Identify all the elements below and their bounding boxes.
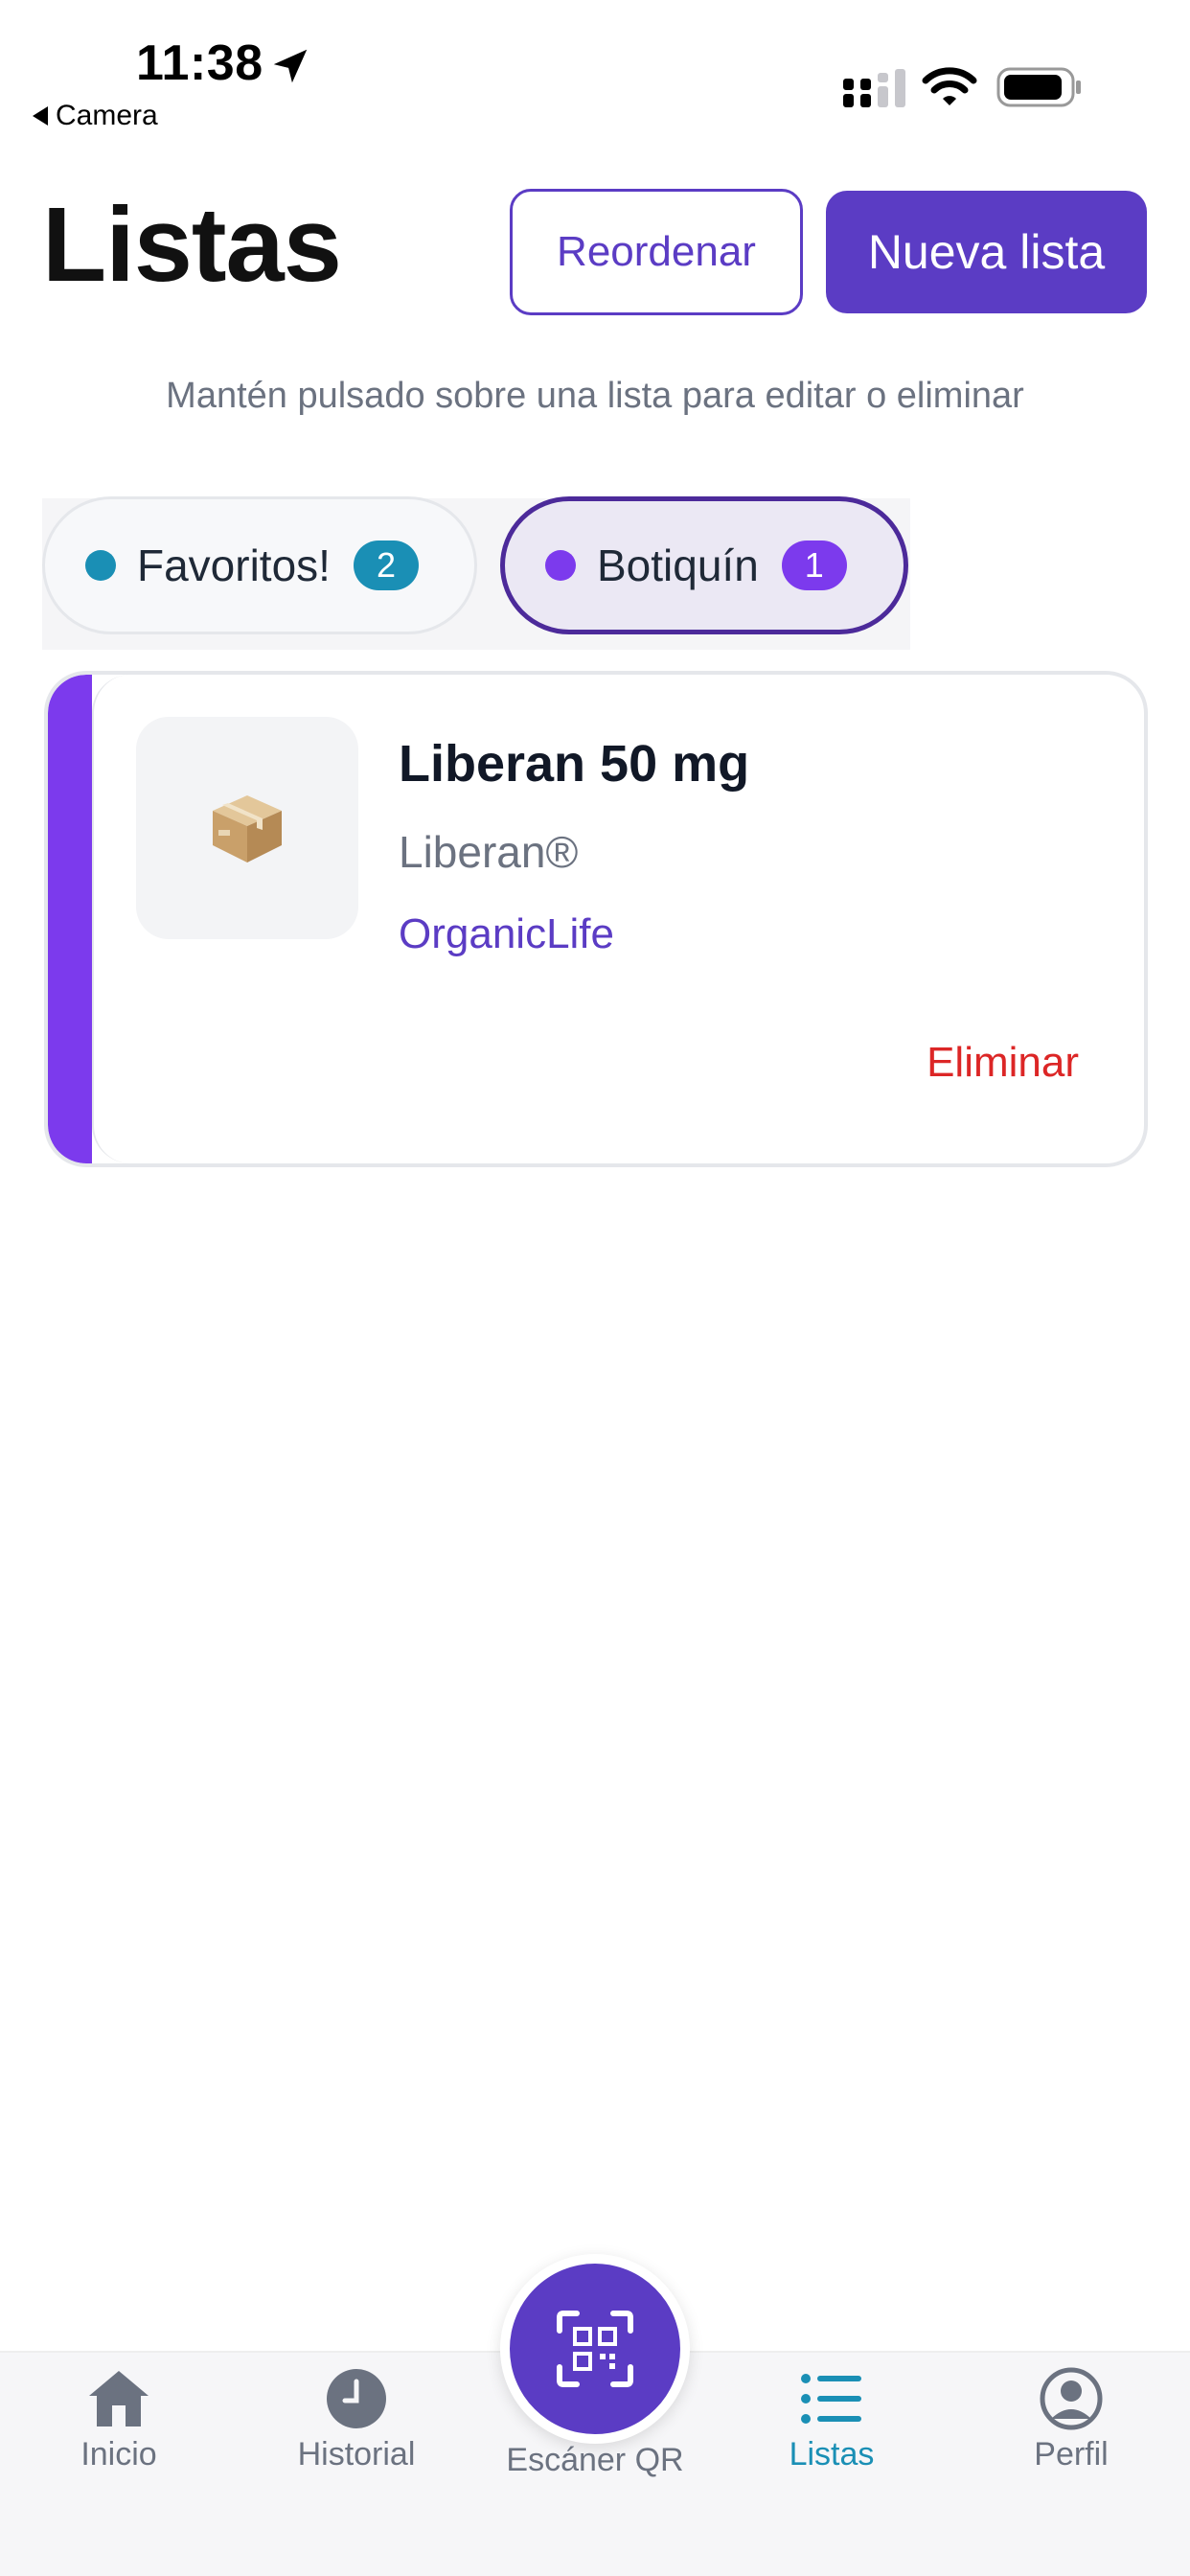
status-time: 11:38 — [136, 35, 263, 91]
list-count-badge: 1 — [781, 540, 847, 590]
clock-icon — [327, 2369, 386, 2428]
product-card[interactable]: Liberan 50 mg Liberan® OrganicLife Elimi… — [44, 671, 1148, 1167]
tab-label: Perfil — [1034, 2436, 1109, 2472]
status-bar: 11:38 Camera — [0, 0, 1190, 144]
tab-label-scanner: Escáner QR — [506, 2442, 684, 2478]
list-icon — [801, 2374, 861, 2424]
product-laboratory: OrganicLife — [399, 910, 615, 957]
tab-perfil[interactable]: Perfil — [975, 2367, 1167, 2473]
tab-label: Historial — [297, 2436, 416, 2472]
page-title: Listas — [42, 186, 342, 304]
card-divider — [92, 675, 134, 1163]
tab-historial[interactable]: Historial — [261, 2367, 452, 2473]
lists-screen: 11:38 Camera Listas Reordenar Nueva list… — [0, 0, 1190, 2576]
edit-hint: Mantén pulsado sobre una lista para edit… — [166, 376, 1024, 416]
new-list-button[interactable]: Nueva lista — [826, 191, 1147, 313]
list-color-dot — [85, 550, 116, 581]
back-triangle-icon — [33, 106, 48, 126]
battery-icon — [996, 67, 1081, 107]
qr-scanner-button[interactable] — [510, 2264, 680, 2434]
delete-item-button[interactable]: Eliminar — [927, 1039, 1079, 1087]
tab-label: Inicio — [80, 2436, 157, 2472]
qr-code-icon — [557, 2311, 633, 2387]
tab-listas[interactable]: Listas — [736, 2367, 927, 2473]
home-icon — [89, 2371, 149, 2426]
user-profile-icon — [1040, 2367, 1103, 2430]
list-chip-botiquin[interactable]: Botiquín 1 — [500, 496, 908, 634]
back-to-camera-link[interactable]: Camera — [33, 100, 158, 132]
list-chip-label: Botiquín — [597, 540, 759, 590]
tab-inicio[interactable]: Inicio — [23, 2367, 215, 2473]
list-color-dot — [545, 550, 576, 581]
tab-label: Listas — [789, 2436, 875, 2472]
list-chip-label: Favoritos! — [137, 540, 331, 590]
card-accent-bar — [48, 675, 92, 1163]
cellular-signal-icon — [843, 69, 905, 107]
list-count-badge: 2 — [353, 540, 419, 590]
package-box-icon — [213, 795, 282, 862]
back-label: Camera — [56, 100, 158, 131]
product-brand: Liberan® — [399, 827, 579, 877]
location-arrow-icon — [273, 49, 308, 83]
list-chip-favoritos[interactable]: Favoritos! 2 — [42, 496, 477, 634]
reorder-button[interactable]: Reordenar — [510, 189, 803, 315]
product-thumbnail — [136, 717, 358, 939]
wifi-icon — [922, 67, 977, 105]
product-name: Liberan 50 mg — [399, 735, 750, 793]
